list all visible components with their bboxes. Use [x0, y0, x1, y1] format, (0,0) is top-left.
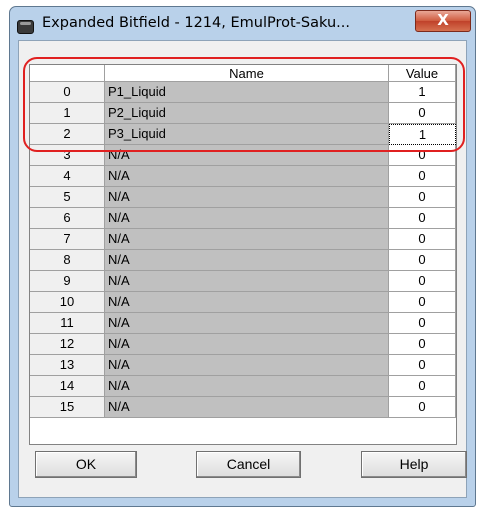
row-name: N/A — [105, 229, 389, 250]
row-value[interactable]: 0 — [389, 355, 456, 376]
row-name: N/A — [105, 187, 389, 208]
row-name: N/A — [105, 376, 389, 397]
row-name: N/A — [105, 271, 389, 292]
row-index: 5 — [30, 187, 105, 208]
row-value[interactable]: 0 — [389, 271, 456, 292]
row-index: 11 — [30, 313, 105, 334]
row-value[interactable]: 0 — [389, 250, 456, 271]
table-row: 13 N/A 0 — [30, 355, 456, 376]
table-row: 9 N/A 0 — [30, 271, 456, 292]
cancel-button[interactable]: Cancel — [196, 451, 301, 478]
row-name: N/A — [105, 250, 389, 271]
row-index: 14 — [30, 376, 105, 397]
row-value[interactable]: 0 — [389, 334, 456, 355]
row-value[interactable]: 0 — [389, 187, 456, 208]
table-row: 10 N/A 0 — [30, 292, 456, 313]
row-name: N/A — [105, 397, 389, 418]
row-value[interactable]: 0 — [389, 166, 456, 187]
row-index: 13 — [30, 355, 105, 376]
window-title: Expanded Bitfield - 1214, EmulProt-Saku.… — [42, 15, 350, 31]
row-name: N/A — [105, 208, 389, 229]
table-row: 6 N/A 0 — [30, 208, 456, 229]
row-index: 7 — [30, 229, 105, 250]
title-bar[interactable]: Expanded Bitfield - 1214, EmulProt-Saku.… — [10, 7, 475, 41]
table-row: 8 N/A 0 — [30, 250, 456, 271]
row-index: 9 — [30, 271, 105, 292]
table-row: 12 N/A 0 — [30, 334, 456, 355]
row-name: N/A — [105, 313, 389, 334]
row-value[interactable]: 0 — [389, 208, 456, 229]
help-button[interactable]: Help — [361, 451, 467, 478]
row-value[interactable]: 0 — [389, 313, 456, 334]
row-index: 10 — [30, 292, 105, 313]
row-index: 12 — [30, 334, 105, 355]
table-row: 4 N/A 0 — [30, 166, 456, 187]
app-window-icon — [17, 20, 34, 34]
close-button[interactable]: X — [415, 10, 471, 32]
row-name: N/A — [105, 292, 389, 313]
row-name: N/A — [105, 355, 389, 376]
table-row: 15 N/A 0 — [30, 397, 456, 418]
table-row: 11 N/A 0 — [30, 313, 456, 334]
row-value[interactable]: 0 — [389, 292, 456, 313]
row-name: N/A — [105, 334, 389, 355]
table-row: 5 N/A 0 — [30, 187, 456, 208]
row-index: 4 — [30, 166, 105, 187]
row-index: 8 — [30, 250, 105, 271]
row-index: 15 — [30, 397, 105, 418]
red-highlight-annotation — [23, 57, 465, 152]
table-row: 14 N/A 0 — [30, 376, 456, 397]
row-name: N/A — [105, 166, 389, 187]
row-value[interactable]: 0 — [389, 229, 456, 250]
row-index: 6 — [30, 208, 105, 229]
row-value[interactable]: 0 — [389, 397, 456, 418]
row-value[interactable]: 0 — [389, 376, 456, 397]
table-row: 7 N/A 0 — [30, 229, 456, 250]
ok-button[interactable]: OK — [35, 451, 137, 478]
